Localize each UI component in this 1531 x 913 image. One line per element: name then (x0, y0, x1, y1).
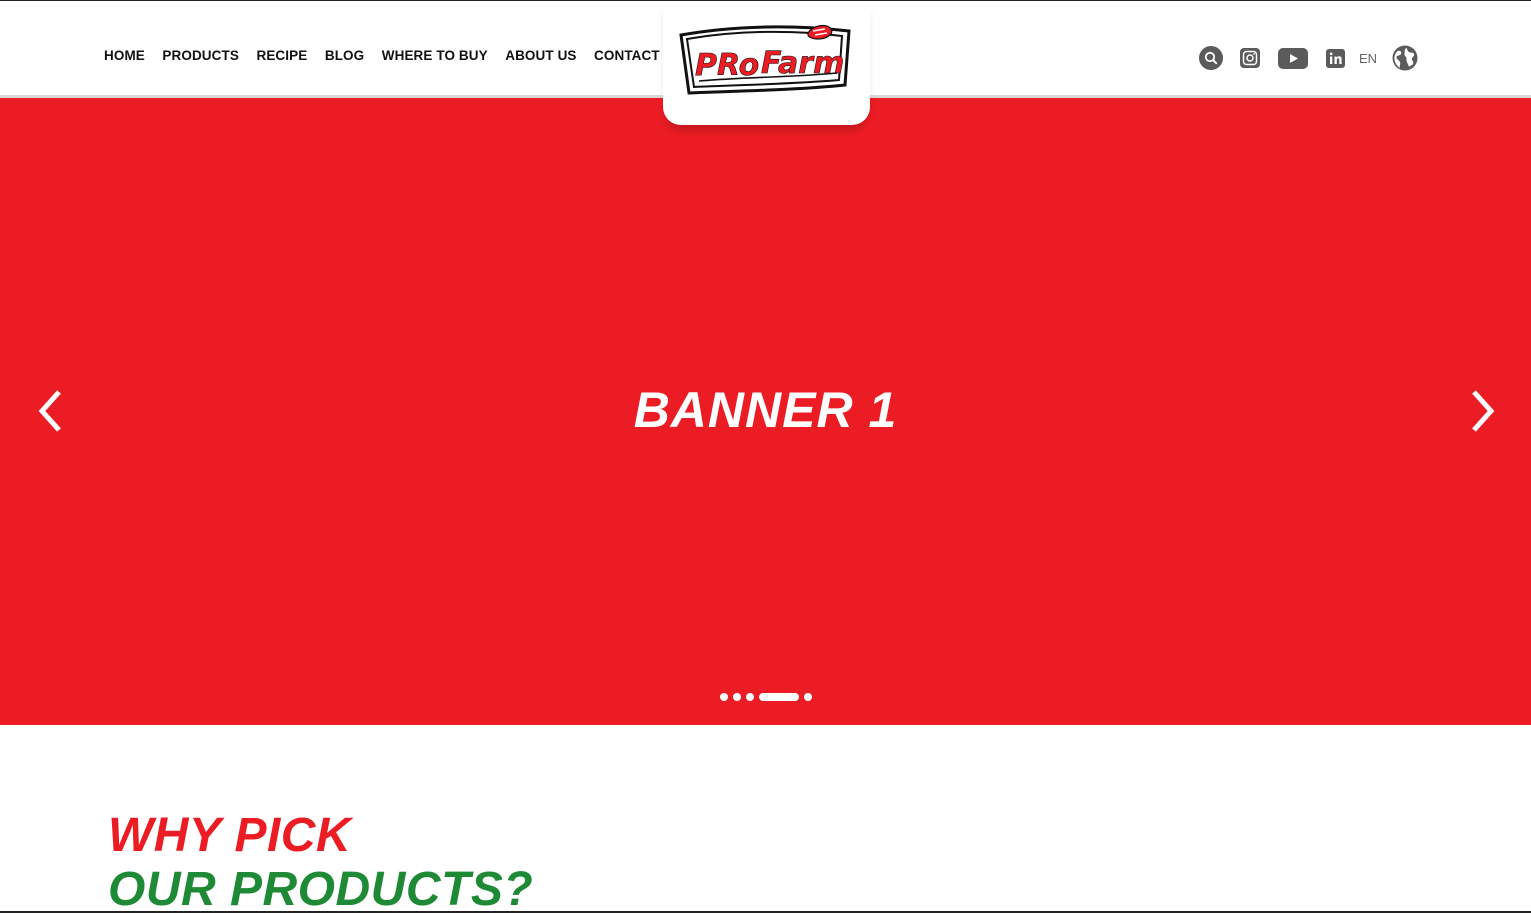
chevron-left-icon (38, 390, 61, 432)
section-heading: WHY PICK OUR PRODUCTS? (108, 809, 533, 913)
banner-prev-arrow[interactable] (32, 388, 72, 434)
main-nav: HOME PRODUCTS RECIPE BLOG WHERE TO BUY A… (104, 48, 677, 63)
youtube-icon[interactable] (1278, 47, 1308, 69)
nav-item-where-to-buy[interactable]: WHERE TO BUY (382, 48, 488, 63)
heading-line-2: OUR PRODUCTS? (108, 863, 534, 913)
banner-title: BANNER 1 (633, 382, 898, 438)
search-icon[interactable] (1199, 46, 1223, 70)
banner-pagination (720, 693, 812, 701)
nav-item-recipe[interactable]: RECIPE (256, 48, 307, 63)
pagination-dot-3[interactable] (746, 693, 754, 701)
nav-item-home[interactable]: HOME (104, 48, 145, 63)
instagram-icon[interactable] (1240, 48, 1260, 68)
language-selector[interactable]: EN (1359, 51, 1377, 66)
heading-line-1: WHY PICK (108, 809, 352, 862)
pagination-dot-1[interactable] (720, 693, 728, 701)
profarm-logo[interactable]: PRo Farm (677, 21, 855, 103)
pagination-dot-5[interactable] (804, 693, 812, 701)
logo-tab: PRo Farm (663, 1, 870, 125)
globe-icon[interactable] (1392, 45, 1418, 71)
chevron-right-icon (1472, 390, 1495, 432)
pagination-dot-4-active[interactable] (759, 693, 799, 701)
header-icons: EN (1199, 45, 1418, 71)
nav-item-about-us[interactable]: ABOUT US (505, 48, 576, 63)
why-pick-section: WHY PICK OUR PRODUCTS? (108, 809, 533, 913)
pagination-dot-2[interactable] (733, 693, 741, 701)
linkedin-icon[interactable] (1326, 48, 1345, 68)
nav-item-contact[interactable]: CONTACT (594, 48, 660, 63)
hero-banner: BANNER 1 (0, 98, 1531, 725)
nav-item-blog[interactable]: BLOG (325, 48, 364, 63)
banner-next-arrow[interactable] (1462, 388, 1502, 434)
nav-item-products[interactable]: PRODUCTS (162, 48, 239, 63)
